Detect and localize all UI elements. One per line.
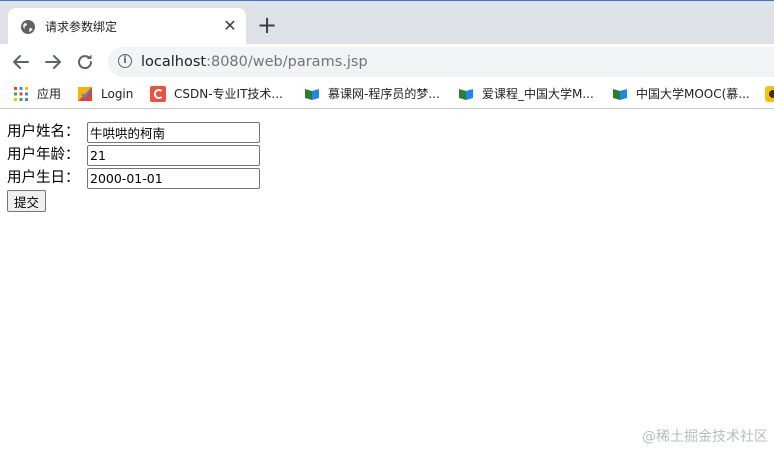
tab-strip: 请求参数绑定 ✕ + [0,0,774,45]
close-icon[interactable]: ✕ [222,18,238,34]
csdn-favicon [150,86,166,102]
username-input[interactable] [87,122,260,143]
active-tab[interactable]: 请求参数绑定 ✕ [8,8,246,45]
icourse-favicon [459,89,473,100]
age-label: 用户年龄： [7,147,80,163]
bookmark-label: 应用 [37,87,62,101]
overflow-bookmark-favicon[interactable] [765,86,774,102]
bookmark-label: 爱课程_中国大学M... [482,87,594,101]
username-label: 用户姓名： [7,124,80,140]
submit-button[interactable]: 提交 [7,190,47,212]
url-host: localhost [141,54,207,70]
reload-icon[interactable] [74,51,96,73]
url-text: localhost:8080/web/params.jsp [141,53,368,71]
bookmark-label: 中国大学MOOC(慕... [636,87,750,101]
tab-title: 请求参数绑定 [45,20,118,34]
bookmarks-bar: 应用 Login CSDN-专业IT技术... 慕课网-程序员的梦... 爱课程… [0,79,774,109]
apps-grid-icon [14,87,28,101]
bookmark-label: Login [101,87,134,101]
browser-toolbar: i localhost:8080/web/params.jsp [0,44,774,79]
age-input[interactable] [87,145,260,166]
globe-icon [21,20,35,34]
login-favicon [78,87,92,101]
url-path: :8080/web/params.jsp [206,54,368,70]
new-tab-button[interactable]: + [256,13,278,37]
back-arrow-icon[interactable] [10,51,32,73]
birthday-input[interactable] [87,168,260,189]
watermark: @稀土掘金技术社区 [642,429,768,445]
address-bar[interactable]: i localhost:8080/web/params.jsp [108,47,774,77]
bookmark-label: CSDN-专业IT技术... [174,87,283,101]
forward-arrow-icon[interactable] [42,51,64,73]
bookmark-label: 慕课网-程序员的梦... [328,87,440,101]
imooc-favicon [305,89,319,100]
info-icon[interactable]: i [118,54,132,68]
page-content: 用户姓名： 用户年龄： 用户生日： 提交 [0,110,774,452]
birthday-label: 用户生日： [7,170,80,186]
mooc-favicon [613,89,627,100]
